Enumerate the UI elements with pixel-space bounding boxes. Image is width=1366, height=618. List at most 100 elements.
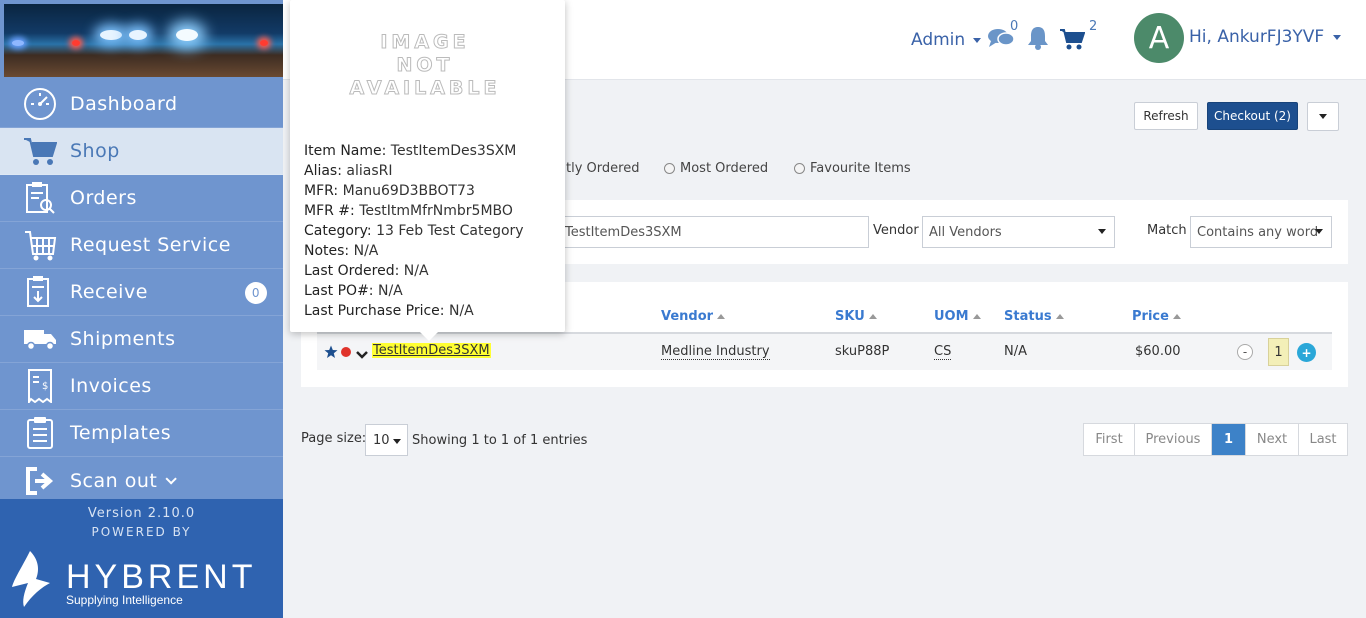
sidebar-item-dashboard[interactable]: Dashboard xyxy=(0,81,283,128)
column-header-label: Vendor xyxy=(661,309,714,324)
tooltip-label: Last Ordered: xyxy=(304,263,400,279)
sidebar-item-label: Request Service xyxy=(70,234,231,256)
column-header-label: Price xyxy=(1132,309,1169,324)
tooltip-value: N/A xyxy=(448,303,474,319)
tooltip-value: Manu69D3BBOT73 xyxy=(342,183,475,199)
vendor-select[interactable]: All Vendors xyxy=(922,216,1115,248)
truck-icon xyxy=(22,322,58,356)
tooltip-line-notes: Notes: N/A xyxy=(304,243,378,259)
item-name-link[interactable]: TestItemDes3SXM xyxy=(372,343,491,358)
refresh-button[interactable]: Refresh xyxy=(1134,102,1198,130)
sidebar-item-label: Scan out xyxy=(70,469,158,492)
vendor-label: Vendor xyxy=(873,223,919,238)
radio-most-ordered[interactable]: Most Ordered xyxy=(664,161,768,176)
sidebar-item-orders[interactable]: Orders xyxy=(0,175,283,222)
sort-asc-icon xyxy=(868,314,877,319)
invoice-icon: $ xyxy=(22,369,58,403)
page-size-label: Page size: xyxy=(301,431,367,446)
radio-favourite-items[interactable]: Favourite Items xyxy=(794,161,911,176)
bell-icon[interactable] xyxy=(1027,26,1049,54)
avatar[interactable]: A xyxy=(1134,13,1184,63)
tooltip-arrow xyxy=(420,332,438,341)
column-header-uom[interactable]: UOM xyxy=(934,309,981,324)
chevron-down-icon xyxy=(165,472,178,485)
shopping-cart-icon xyxy=(22,134,58,168)
template-clipboard-icon xyxy=(22,416,58,450)
sidebar-item-scan-out[interactable]: Scan out xyxy=(0,457,283,504)
orders-clipboard-icon xyxy=(22,181,58,215)
placeholder-line: NOT xyxy=(396,54,454,77)
receive-clipboard-icon xyxy=(22,275,58,309)
sort-asc-icon xyxy=(972,314,981,319)
tooltip-label: Alias: xyxy=(304,163,342,179)
radio-recently-ordered[interactable]: tly Ordered xyxy=(566,161,639,176)
column-header-label: Status xyxy=(1004,309,1052,324)
dashboard-gauge-icon xyxy=(22,87,58,121)
vendor-cell: Medline Industry xyxy=(661,344,770,360)
user-menu[interactable]: Hi, AnkurFJ3YVF xyxy=(1189,27,1341,47)
tooltip-value: N/A xyxy=(353,243,379,259)
admin-label: Admin xyxy=(911,30,966,50)
messages-count: 0 xyxy=(1010,19,1019,34)
tooltip-value: TestItmMfrNmbr5MBO xyxy=(359,203,513,219)
uom-cell: CS xyxy=(934,344,952,360)
column-header-price[interactable]: Price xyxy=(1132,309,1181,324)
sort-asc-icon xyxy=(1172,314,1181,319)
decrease-quantity-button[interactable]: - xyxy=(1237,344,1253,360)
version-text: Version 2.10.0 xyxy=(87,506,196,521)
sidebar-footer: Version 2.10.0 POWERED BY HYBRENT Supply… xyxy=(0,499,283,618)
status-cell: N/A xyxy=(1004,344,1027,359)
radio-button[interactable] xyxy=(664,163,675,174)
tooltip-line-mfr-number: MFR #: TestItmMfrNmbr5MBO xyxy=(304,203,513,219)
cart-icon[interactable] xyxy=(1059,28,1086,54)
radio-button[interactable] xyxy=(794,163,805,174)
sidebar-item-templates[interactable]: Templates xyxy=(0,410,283,457)
tooltip-value: N/A xyxy=(377,283,403,299)
tooltip-label: Last PO#: xyxy=(304,283,374,299)
search-input[interactable]: TestItemDes3SXM xyxy=(556,216,869,248)
request-service-icon xyxy=(22,228,58,262)
page-next-button[interactable]: Next xyxy=(1246,424,1299,455)
column-header-vendor[interactable]: Vendor xyxy=(661,309,726,324)
tooltip-label: MFR: xyxy=(304,183,339,199)
page-first-button[interactable]: First xyxy=(1084,424,1135,455)
increase-quantity-button[interactable]: + xyxy=(1297,343,1316,362)
page-current-button[interactable]: 1 xyxy=(1212,424,1246,455)
admin-menu[interactable]: Admin xyxy=(911,30,981,50)
greeting-text: Hi, AnkurFJ3YVF xyxy=(1189,27,1325,47)
column-header-sku[interactable]: SKU xyxy=(835,309,877,324)
sidebar-nav: Dashboard Shop Orders Request Service Re… xyxy=(0,81,283,504)
pagination: First Previous 1 Next Last xyxy=(1083,423,1348,456)
sidebar-item-request-service[interactable]: Request Service xyxy=(0,222,283,269)
page-last-button[interactable]: Last xyxy=(1299,424,1347,455)
more-actions-dropdown[interactable] xyxy=(1307,102,1339,131)
sidebar-item-invoices[interactable]: $ Invoices xyxy=(0,363,283,410)
favourite-star-icon[interactable] xyxy=(324,344,338,363)
checkout-button[interactable]: Checkout (2) xyxy=(1207,102,1298,130)
sign-out-icon xyxy=(22,464,58,498)
match-select-value: Contains any word xyxy=(1197,224,1319,240)
radio-label: tly Ordered xyxy=(566,161,640,176)
powered-by-text: POWERED BY xyxy=(91,525,192,539)
sort-asc-icon xyxy=(1055,314,1064,319)
sidebar-item-label: Invoices xyxy=(70,375,152,397)
status-red-dot-icon xyxy=(341,347,351,357)
sidebar-item-label: Templates xyxy=(70,422,172,444)
sidebar-item-shipments[interactable]: Shipments xyxy=(0,316,283,363)
match-select[interactable]: Contains any word xyxy=(1190,216,1332,248)
quantity-input[interactable]: 1 xyxy=(1268,338,1289,366)
tooltip-line-category: Category: 13 Feb Test Category xyxy=(304,223,524,239)
sidebar-item-receive[interactable]: Receive 0 xyxy=(0,269,283,316)
caret-down-icon xyxy=(972,37,981,43)
sidebar-item-shop[interactable]: Shop xyxy=(0,128,283,175)
tooltip-label: Item Name: xyxy=(304,143,387,159)
item-details-tooltip: IMAGE NOT AVAILABLE Item Name: TestItemD… xyxy=(290,0,565,341)
receive-count-badge: 0 xyxy=(245,282,267,304)
tooltip-label: MFR #: xyxy=(304,203,355,219)
expand-chevron-icon[interactable] xyxy=(356,345,368,364)
column-header-status[interactable]: Status xyxy=(1004,309,1064,324)
page-size-select[interactable]: 10 xyxy=(365,424,408,456)
page-previous-button[interactable]: Previous xyxy=(1135,424,1212,455)
sidebar-item-label: Shop xyxy=(70,140,120,162)
tooltip-value: aliasRI xyxy=(346,163,393,179)
